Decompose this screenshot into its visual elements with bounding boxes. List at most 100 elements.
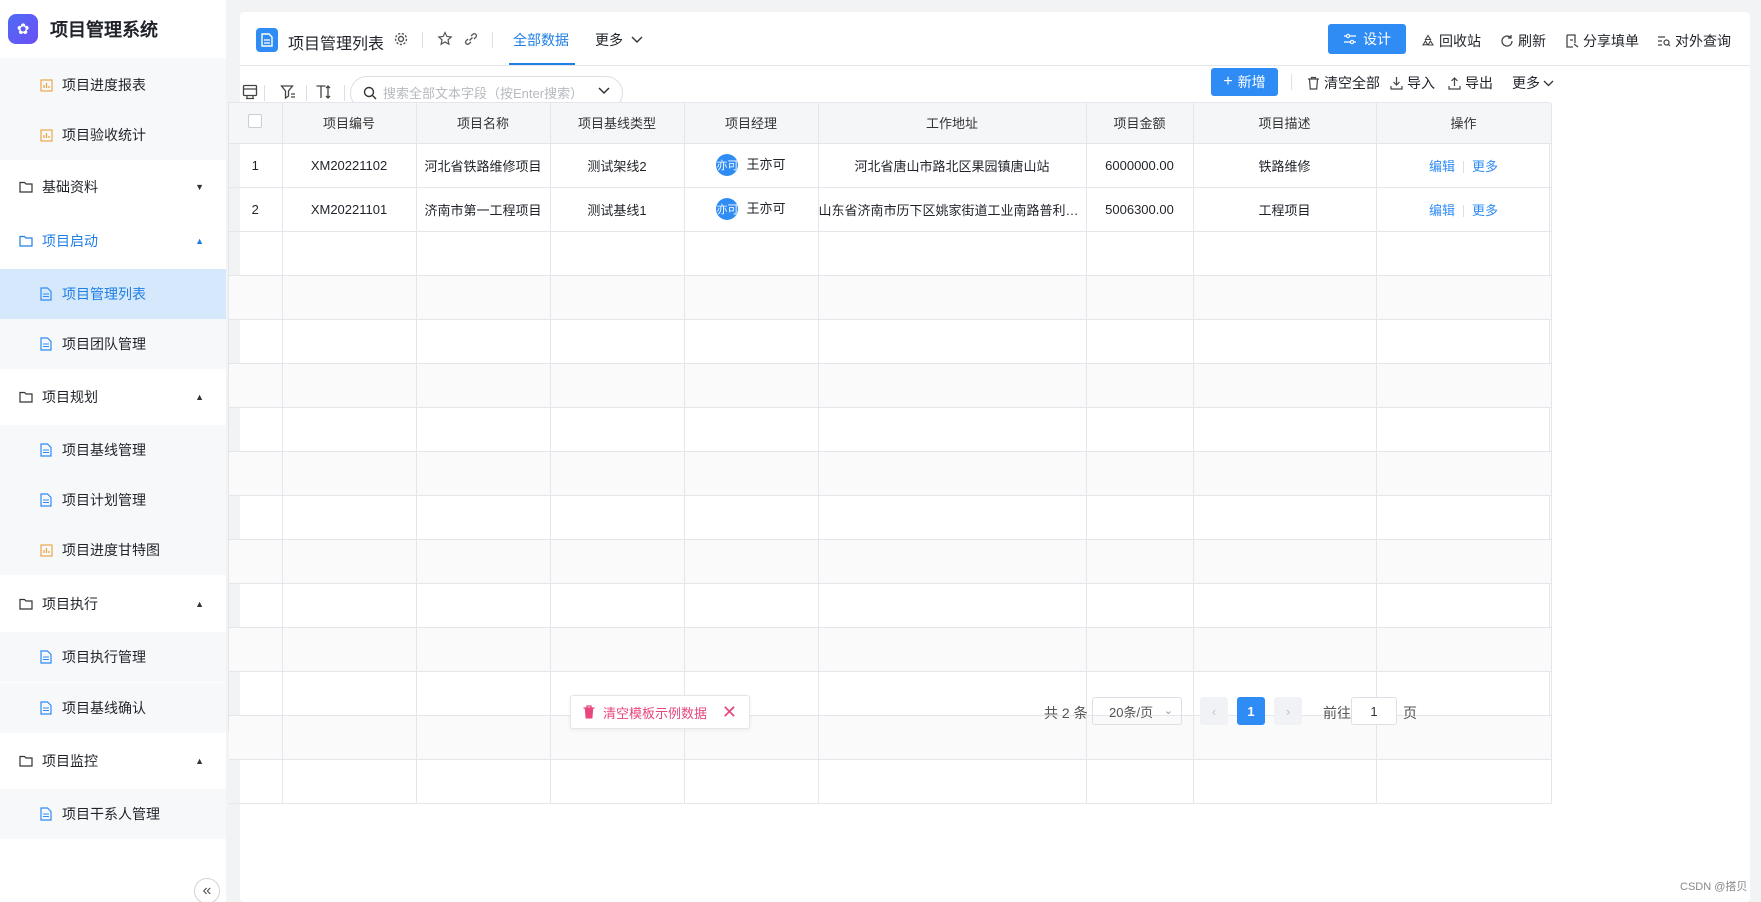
edit-link[interactable]: 编辑: [1429, 203, 1455, 218]
empty-cell: [416, 363, 551, 408]
sidebar-item[interactable]: 项目基线管理: [0, 425, 226, 475]
close-icon[interactable]: ✕: [722, 702, 737, 723]
sidebar-item-label: 项目干系人管理: [62, 806, 160, 822]
table-row[interactable]: 2 XM20221101 济南市第一工程项目 测试基线1 亦可 王亦可 山东省济南…: [229, 187, 1552, 232]
trash-icon: [1308, 76, 1319, 90]
select-all-checkbox[interactable]: [248, 114, 263, 129]
export-label: 导出: [1465, 75, 1493, 91]
divider: [264, 85, 265, 101]
empty-cell: [282, 583, 417, 628]
star-icon[interactable]: [436, 30, 454, 48]
current-page-button[interactable]: 1: [1237, 697, 1265, 725]
collapse-sidebar-icon[interactable]: «: [194, 878, 220, 902]
chevron-down-icon: ⌄: [1163, 705, 1173, 717]
recycle-bin-button[interactable]: 回收站: [1421, 31, 1481, 51]
filter-icon[interactable]: [278, 82, 298, 102]
sidebar-item[interactable]: 项目干系人管理: [0, 789, 226, 839]
folder-icon: [18, 233, 34, 249]
more-actions-button[interactable]: 更多: [1512, 73, 1558, 93]
column-header[interactable]: 项目经理: [684, 103, 819, 144]
sidebar-item[interactable]: 项目团队管理: [0, 319, 226, 369]
folder-icon: [18, 753, 34, 769]
sidebar-item[interactable]: 项目进度甘特图: [0, 525, 226, 575]
column-header[interactable]: 工作地址: [818, 103, 1087, 144]
clear-template-data-button[interactable]: 清空模板示例数据 ✕: [570, 695, 750, 729]
column-header[interactable]: 项目名称: [416, 103, 551, 144]
sidebar-item[interactable]: 项目计划管理: [0, 475, 226, 525]
empty-cell: [416, 539, 551, 584]
cell-project-name: 河北省铁路维修项目: [416, 143, 551, 188]
more-link[interactable]: 更多: [1472, 159, 1498, 174]
design-button[interactable]: 设计: [1328, 24, 1406, 54]
empty-cell: [229, 583, 283, 628]
table-row[interactable]: 1 XM20221102 河北省铁路维修项目 测试架线2 亦可 王亦可 河北省唐山…: [229, 143, 1552, 188]
sidebar-item[interactable]: 基础资料 ▼: [0, 162, 226, 212]
empty-cell: [229, 715, 283, 760]
table-view-icon[interactable]: [240, 82, 260, 102]
sidebar-item[interactable]: 项目管理列表: [0, 269, 226, 319]
empty-cell: [1376, 451, 1552, 496]
settings-gear-icon[interactable]: [392, 30, 410, 48]
active-tab-indicator: [509, 63, 575, 65]
refresh-button[interactable]: 刷新: [1500, 31, 1546, 51]
document-icon: [38, 286, 54, 302]
empty-cell: [1376, 231, 1552, 276]
empty-cell: [229, 671, 283, 716]
empty-row: [229, 539, 1552, 584]
page-size-select[interactable]: 20条/页 ⌄: [1092, 697, 1182, 725]
prev-page-button[interactable]: ‹: [1200, 697, 1228, 725]
cell-baseline-type: 测试架线2: [550, 143, 685, 188]
empty-cell: [282, 451, 417, 496]
divider: [422, 32, 423, 48]
sidebar-item[interactable]: 项目进度报表: [0, 60, 226, 110]
tab-more-label: 更多: [595, 32, 623, 48]
sidebar-item[interactable]: 项目验收统计: [0, 110, 226, 160]
empty-cell: [229, 363, 283, 408]
document-icon: [38, 806, 54, 822]
add-button[interactable]: + 新增: [1211, 68, 1278, 96]
column-header[interactable]: 项目描述: [1193, 103, 1377, 144]
export-icon: [1448, 77, 1461, 90]
share-form-button[interactable]: 分享填单: [1565, 31, 1639, 51]
page-size-value: 20条/页: [1109, 704, 1154, 720]
add-button-label: 新增: [1237, 74, 1266, 90]
empty-cell: [550, 451, 685, 496]
column-header[interactable]: 项目基线类型: [550, 103, 685, 144]
sidebar-item[interactable]: 项目执行管理: [0, 632, 226, 682]
clear-all-button[interactable]: 清空全部: [1307, 73, 1380, 93]
chevron-down-icon[interactable]: [598, 87, 610, 95]
select-all-cell: [229, 103, 283, 144]
cell-baseline-type: 测试基线1: [550, 187, 685, 232]
empty-cell: [229, 495, 283, 540]
edit-link[interactable]: 编辑: [1429, 159, 1455, 174]
table-header-row: 项目编号 项目名称 项目基线类型 项目经理 工作地址 项目金额 项目描述 操作: [229, 103, 1552, 144]
column-header[interactable]: 项目金额: [1086, 103, 1194, 144]
tab-all-data[interactable]: 全部数据: [513, 30, 569, 50]
empty-row: [229, 759, 1552, 804]
import-button[interactable]: 导入: [1390, 73, 1435, 93]
more-link[interactable]: 更多: [1472, 203, 1498, 218]
clear-template-label: 清空模板示例数据: [603, 705, 708, 721]
sidebar-item[interactable]: 项目启动 ▲: [0, 216, 226, 266]
empty-cell: [1193, 319, 1377, 364]
goto-page-input[interactable]: [1351, 697, 1397, 725]
link-icon[interactable]: [462, 30, 480, 48]
folder-icon: [18, 596, 34, 612]
external-query-button[interactable]: 对外查询: [1657, 31, 1731, 51]
more-actions-label: 更多: [1512, 75, 1540, 91]
search-input[interactable]: [383, 85, 593, 101]
sidebar-item[interactable]: 项目基线确认: [0, 683, 226, 733]
export-button[interactable]: 导出: [1448, 73, 1493, 93]
sidebar-item[interactable]: 项目执行 ▲: [0, 579, 226, 629]
sidebar-item[interactable]: 项目规划 ▲: [0, 372, 226, 422]
next-page-button[interactable]: ›: [1274, 697, 1302, 725]
column-header[interactable]: 项目编号: [282, 103, 417, 144]
sidebar-item[interactable]: 项目监控 ▲: [0, 736, 226, 786]
empty-cell: [550, 275, 685, 320]
row-height-icon[interactable]: [314, 82, 334, 102]
empty-cell: [1376, 539, 1552, 584]
caret-down-icon: ▼: [195, 182, 204, 192]
external-query-icon: [1658, 36, 1671, 47]
empty-cell: [1086, 759, 1194, 804]
tab-more[interactable]: 更多: [595, 30, 643, 50]
